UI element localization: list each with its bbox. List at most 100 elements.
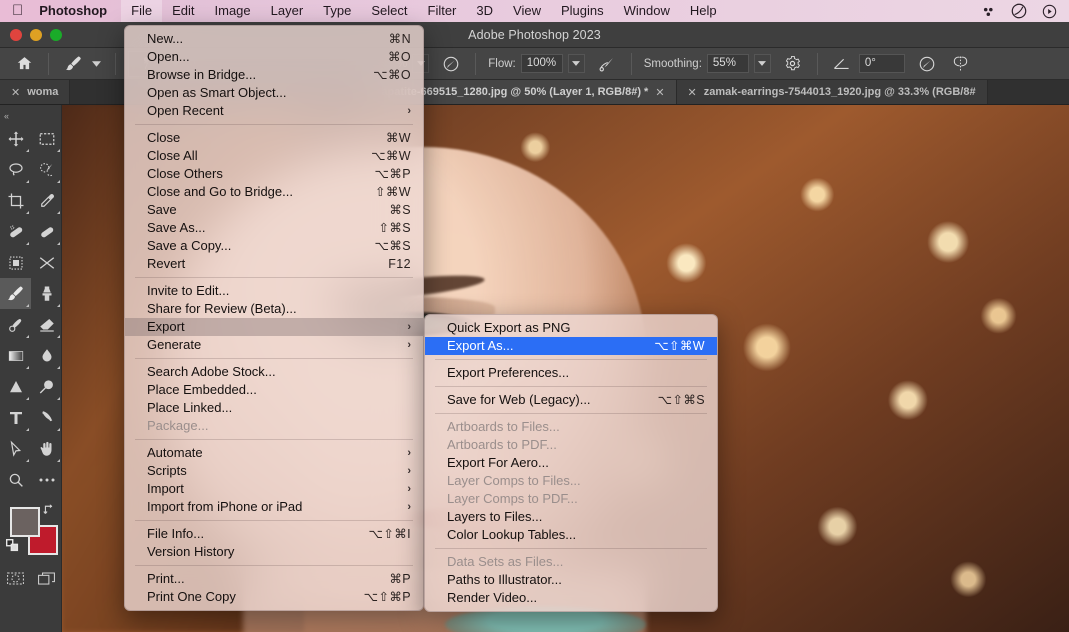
file-menu-item[interactable]: Scripts› xyxy=(125,462,423,480)
pressure-size-toggle[interactable] xyxy=(910,48,944,80)
menubar-item-window[interactable]: Window xyxy=(614,0,680,22)
eyedropper-tool[interactable] xyxy=(31,185,62,216)
healing-brush-tool[interactable] xyxy=(31,216,62,247)
export-menu-item[interactable]: Save for Web (Legacy)...⌥⇧⌘S xyxy=(425,391,717,409)
eraser-tool[interactable] xyxy=(31,309,62,340)
menubar-item-plugins[interactable]: Plugins xyxy=(551,0,614,22)
close-button[interactable] xyxy=(10,29,22,41)
marquee-tool[interactable] xyxy=(31,123,62,154)
file-menu[interactable]: New...⌘NOpen...⌘OBrowse in Bridge...⌥⌘OO… xyxy=(124,25,424,611)
close-icon[interactable]: ✕ xyxy=(688,86,697,99)
file-menu-item[interactable]: Print...⌘P xyxy=(125,570,423,588)
hand-tool[interactable] xyxy=(31,433,62,464)
file-menu-item[interactable]: Close and Go to Bridge...⇧⌘W xyxy=(125,183,423,201)
file-menu-item[interactable]: Close Others⌥⌘P xyxy=(125,165,423,183)
file-menu-item[interactable]: Import from iPhone or iPad› xyxy=(125,498,423,516)
smoothing-options-button[interactable] xyxy=(776,48,810,80)
file-menu-item[interactable]: Open as Smart Object... xyxy=(125,84,423,102)
file-menu-item[interactable]: Open...⌘O xyxy=(125,48,423,66)
menubar-item-type[interactable]: Type xyxy=(313,0,361,22)
crop-tool[interactable] xyxy=(0,185,31,216)
active-tool-picker[interactable] xyxy=(56,48,108,80)
pen-tool[interactable] xyxy=(31,402,62,433)
menubar-item-layer[interactable]: Layer xyxy=(261,0,314,22)
spot-healing-tool[interactable] xyxy=(0,216,31,247)
file-menu-item[interactable]: Automate› xyxy=(125,444,423,462)
document-tab[interactable]: ✕ woma xyxy=(0,80,70,104)
file-menu-item[interactable]: Open Recent› xyxy=(125,102,423,120)
control-center-play-icon[interactable] xyxy=(1042,4,1057,19)
zoom-button[interactable] xyxy=(50,29,62,41)
smoothing-input[interactable]: 55% xyxy=(707,54,749,73)
menubar-item-photoshop[interactable]: Photoshop xyxy=(37,0,121,22)
close-icon[interactable]: ✕ xyxy=(11,86,20,99)
minimize-button[interactable] xyxy=(30,29,42,41)
menubar-item-image[interactable]: Image xyxy=(205,0,261,22)
opacity-pressure-toggle[interactable] xyxy=(434,48,468,80)
menubar-item-select[interactable]: Select xyxy=(361,0,417,22)
object-selection-tool[interactable] xyxy=(31,154,62,185)
export-menu-item[interactable]: Render Video... xyxy=(425,589,717,607)
flow-field-group[interactable]: Flow: 100% xyxy=(483,48,589,80)
file-menu-item[interactable]: Search Adobe Stock... xyxy=(125,363,423,381)
export-submenu[interactable]: Quick Export as PNGExport As...⌥⇧⌘WExpor… xyxy=(424,314,718,612)
file-menu-item[interactable]: RevertF12 xyxy=(125,255,423,273)
history-brush-tool[interactable] xyxy=(0,309,31,340)
path-selection-tool[interactable] xyxy=(0,433,31,464)
smoothing-field-group[interactable]: Smoothing: 55% xyxy=(639,48,776,80)
chevron-down-icon[interactable] xyxy=(90,52,103,76)
file-menu-item[interactable]: Close⌘W xyxy=(125,129,423,147)
file-menu-item[interactable]: New...⌘N xyxy=(125,30,423,48)
menubar-item-help[interactable]: Help xyxy=(680,0,727,22)
file-menu-item[interactable]: Version History xyxy=(125,543,423,561)
file-menu-item[interactable]: Place Embedded... xyxy=(125,381,423,399)
blur-tool[interactable] xyxy=(31,340,62,371)
zoom-tool[interactable] xyxy=(0,464,31,495)
export-menu-item[interactable]: Layers to Files... xyxy=(425,508,717,526)
quick-mask-button[interactable] xyxy=(0,563,31,594)
burn-tool[interactable] xyxy=(31,371,62,402)
angle-input[interactable]: 0° xyxy=(859,54,905,73)
clone-source-tool[interactable] xyxy=(31,247,62,278)
export-menu-item[interactable]: Export Preferences... xyxy=(425,364,717,382)
file-menu-item[interactable]: Generate› xyxy=(125,336,423,354)
export-menu-item[interactable]: Color Lookup Tables... xyxy=(425,526,717,544)
export-menu-item[interactable]: Export As...⌥⇧⌘W xyxy=(425,337,717,355)
chevron-down-icon[interactable] xyxy=(754,54,771,73)
apple-logo-icon[interactable]:  xyxy=(0,3,37,18)
file-menu-item[interactable]: Close All⌥⌘W xyxy=(125,147,423,165)
gradient-tool[interactable] xyxy=(0,340,31,371)
file-menu-item[interactable]: Export› xyxy=(125,318,423,336)
brush-tool[interactable] xyxy=(0,278,31,309)
brush-angle-group[interactable]: 0° xyxy=(825,48,910,80)
menubar-item-view[interactable]: View xyxy=(503,0,551,22)
export-menu-item[interactable]: Export For Aero... xyxy=(425,454,717,472)
file-menu-item[interactable]: Place Linked... xyxy=(125,399,423,417)
file-menu-item[interactable]: Invite to Edit... xyxy=(125,282,423,300)
move-tool[interactable] xyxy=(0,123,31,154)
symmetry-button[interactable] xyxy=(944,48,978,80)
export-menu-item[interactable]: Paths to Illustrator... xyxy=(425,571,717,589)
type-tool[interactable] xyxy=(0,402,31,433)
file-menu-item[interactable]: Browse in Bridge...⌥⌘O xyxy=(125,66,423,84)
collapse-panel-icon[interactable]: « xyxy=(0,109,61,123)
file-menu-item[interactable]: File Info...⌥⇧⌘I xyxy=(125,525,423,543)
default-colors-icon[interactable] xyxy=(6,539,19,557)
home-button[interactable] xyxy=(0,48,41,80)
file-menu-item[interactable]: Print One Copy⌥⇧⌘P xyxy=(125,588,423,606)
airbrush-toggle[interactable] xyxy=(590,48,624,80)
swap-colors-icon[interactable] xyxy=(43,503,56,519)
menubar-item-edit[interactable]: Edit xyxy=(162,0,204,22)
file-menu-item[interactable]: Save⌘S xyxy=(125,201,423,219)
screen-mode-button[interactable] xyxy=(31,563,62,594)
flow-input[interactable]: 100% xyxy=(521,54,563,73)
menubar-item-3d[interactable]: 3D xyxy=(466,0,503,22)
dodge-tool[interactable] xyxy=(0,371,31,402)
foreground-color-swatch[interactable] xyxy=(10,507,40,537)
menubar-item-file[interactable]: File xyxy=(121,0,162,22)
file-menu-item[interactable]: Save a Copy...⌥⌘S xyxy=(125,237,423,255)
clone-stamp-tool[interactable] xyxy=(31,278,62,309)
frame-tool[interactable] xyxy=(0,247,31,278)
close-icon[interactable]: ✕ xyxy=(655,86,664,99)
file-menu-item[interactable]: Import› xyxy=(125,480,423,498)
